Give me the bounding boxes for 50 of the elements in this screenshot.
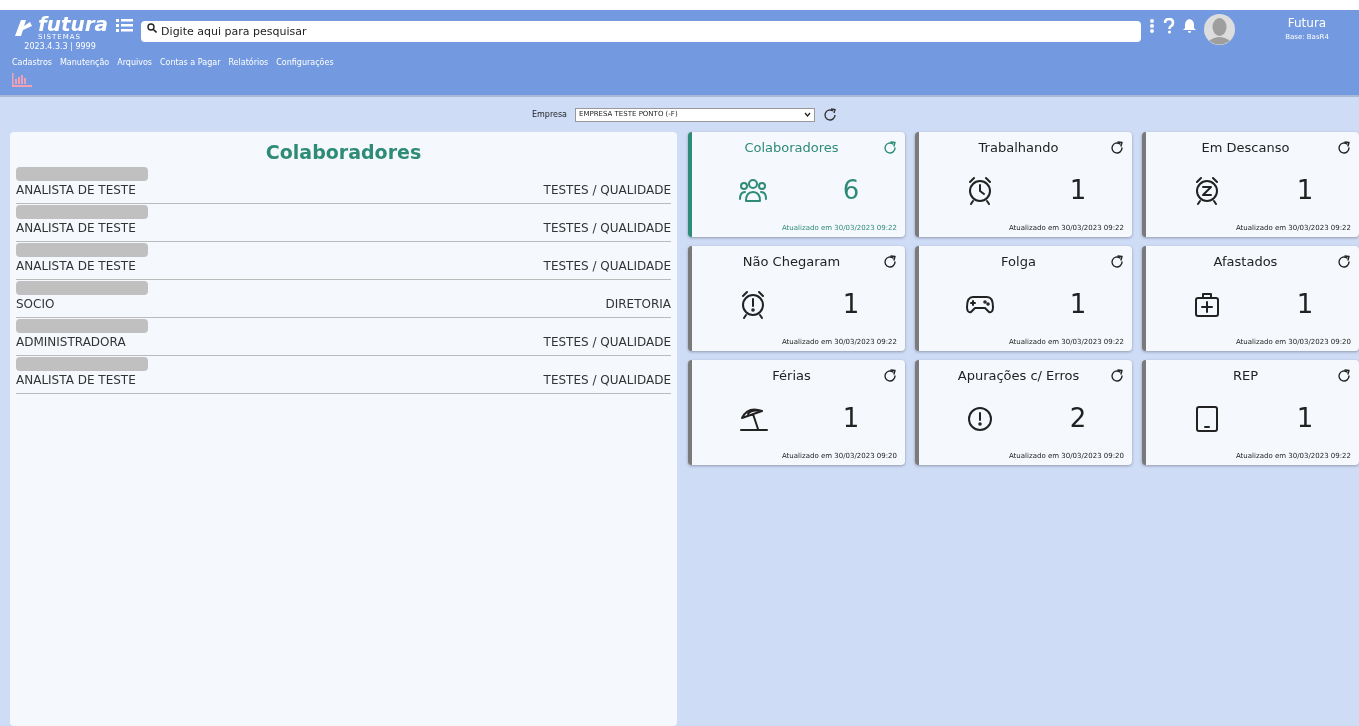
user-name: Futura xyxy=(1287,15,1327,32)
refresh-icon[interactable] xyxy=(1110,368,1124,383)
job-title: ANALISTA DE TESTE xyxy=(16,219,136,237)
department: TESTES / QUALIDADE xyxy=(543,371,671,389)
refresh-icon[interactable] xyxy=(1110,140,1124,155)
refresh-icon[interactable] xyxy=(1337,368,1351,383)
company-label: Empresa xyxy=(532,108,567,121)
refresh-icon[interactable] xyxy=(883,254,897,269)
department: TESTES / QUALIDADE xyxy=(543,333,671,351)
refresh-icon[interactable] xyxy=(823,107,837,122)
card-title: Apurações c/ Erros xyxy=(956,367,1081,385)
count-value: 1 xyxy=(1296,173,1314,207)
version-text: 2023.4.3.3 | 9999 xyxy=(24,41,96,53)
count-value: 1 xyxy=(842,287,860,321)
job-title: ANALISTA DE TESTE xyxy=(16,181,136,199)
count-value: 1 xyxy=(1069,173,1087,207)
refresh-icon[interactable] xyxy=(1337,140,1351,155)
refresh-icon[interactable] xyxy=(883,368,897,383)
count-value: 1 xyxy=(1069,287,1087,321)
count-value: 1 xyxy=(1296,401,1314,435)
card-title: Férias xyxy=(771,367,812,385)
department: DIRETORIA xyxy=(605,295,671,313)
chevron-icon xyxy=(804,112,811,117)
department: TESTES / QUALIDADE xyxy=(543,181,671,199)
job-title: SOCIO xyxy=(16,295,55,313)
card-title: Folga xyxy=(1000,253,1037,271)
help-icon[interactable] xyxy=(1163,18,1175,34)
count-value: 2 xyxy=(1069,401,1087,435)
count-value: 1 xyxy=(1296,287,1314,321)
card-title: Colaboradores xyxy=(743,139,840,157)
card-title: Trabalhando xyxy=(977,139,1060,157)
bell-icon[interactable] xyxy=(1183,18,1196,33)
card-title: REP xyxy=(1231,367,1260,385)
card-title: Não Chegaram xyxy=(741,253,842,271)
card-title: Afastados xyxy=(1212,253,1279,271)
job-title: ANALISTA DE TESTE xyxy=(16,257,136,275)
card-title: Em Descanso xyxy=(1200,139,1291,157)
count-value: 6 xyxy=(842,173,860,207)
job-title: ANALISTA DE TESTE xyxy=(16,371,136,389)
search-field[interactable]: Digite aqui para pesquisar xyxy=(141,21,1141,42)
panel-title: Colaboradores xyxy=(264,140,423,165)
count-value: 1 xyxy=(842,401,860,435)
refresh-icon[interactable] xyxy=(1110,254,1124,269)
logo-text: futura xyxy=(38,14,109,34)
refresh-icon[interactable] xyxy=(1337,254,1351,269)
department: TESTES / QUALIDADE xyxy=(543,219,671,237)
menu-icon[interactable] xyxy=(116,18,134,32)
more-icon[interactable] xyxy=(1149,18,1155,34)
job-title: ADMINISTRADORA xyxy=(16,333,126,351)
department: TESTES / QUALIDADE xyxy=(543,257,671,275)
